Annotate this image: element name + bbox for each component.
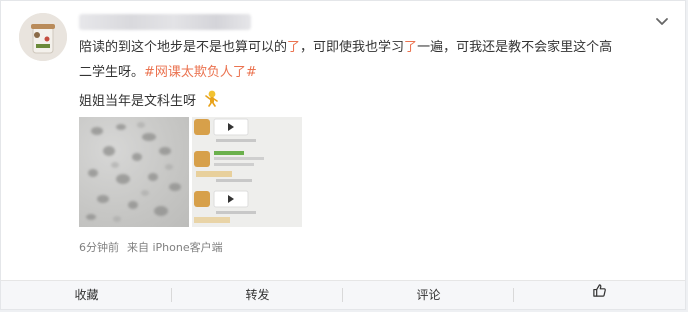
thinking-figure-icon <box>204 89 220 114</box>
post-text-line-2: 二学生呀。#网课太欺负人了# <box>79 63 257 83</box>
repost-button[interactable]: 转发 <box>172 281 343 309</box>
thumbs-up-icon <box>592 280 607 308</box>
post-image-2[interactable] <box>192 117 302 227</box>
avatar[interactable] <box>19 13 67 61</box>
post-text-segment: 陪读的到这个地步是不是也算可以的 <box>79 40 288 55</box>
post-text-segment: 二学生呀。 <box>79 65 145 80</box>
chevron-down-icon[interactable] <box>653 13 671 31</box>
post-source: 来自 iPhone客户端 <box>127 241 223 254</box>
comment-button[interactable]: 评论 <box>343 281 514 309</box>
post-meta: 6分钟前 来自 iPhone客户端 <box>79 239 223 255</box>
weibo-post-card: 陪读的到这个地步是不是也算可以的了，可即使我也学习了一遍，可我还是教不会家里这个… <box>0 0 686 310</box>
post-image-1[interactable] <box>79 117 189 227</box>
username-redacted[interactable] <box>79 14 251 30</box>
hashtag-link[interactable]: #网课太欺负人了# <box>144 65 257 80</box>
post-time[interactable]: 6分钟前 <box>79 241 119 254</box>
action-bar: 收藏 转发 评论 <box>1 280 685 309</box>
like-button[interactable] <box>514 281 685 309</box>
post-text-line-1: 陪读的到这个地步是不是也算可以的了，可即使我也学习了一遍，可我还是教不会家里这个… <box>79 38 612 58</box>
favorite-button[interactable]: 收藏 <box>1 281 172 309</box>
post-text-line-3: 姐姐当年是文科生呀 <box>79 89 220 114</box>
highlight-char: 了 <box>404 40 418 55</box>
post-text-segment: ，可即使我也学习 <box>300 40 405 55</box>
post-text-segment: 一遍，可我还是教不会家里这个高 <box>417 40 613 55</box>
post-text-segment: 姐姐当年是文科生呀 <box>79 94 197 109</box>
highlight-char: 了 <box>287 40 301 55</box>
